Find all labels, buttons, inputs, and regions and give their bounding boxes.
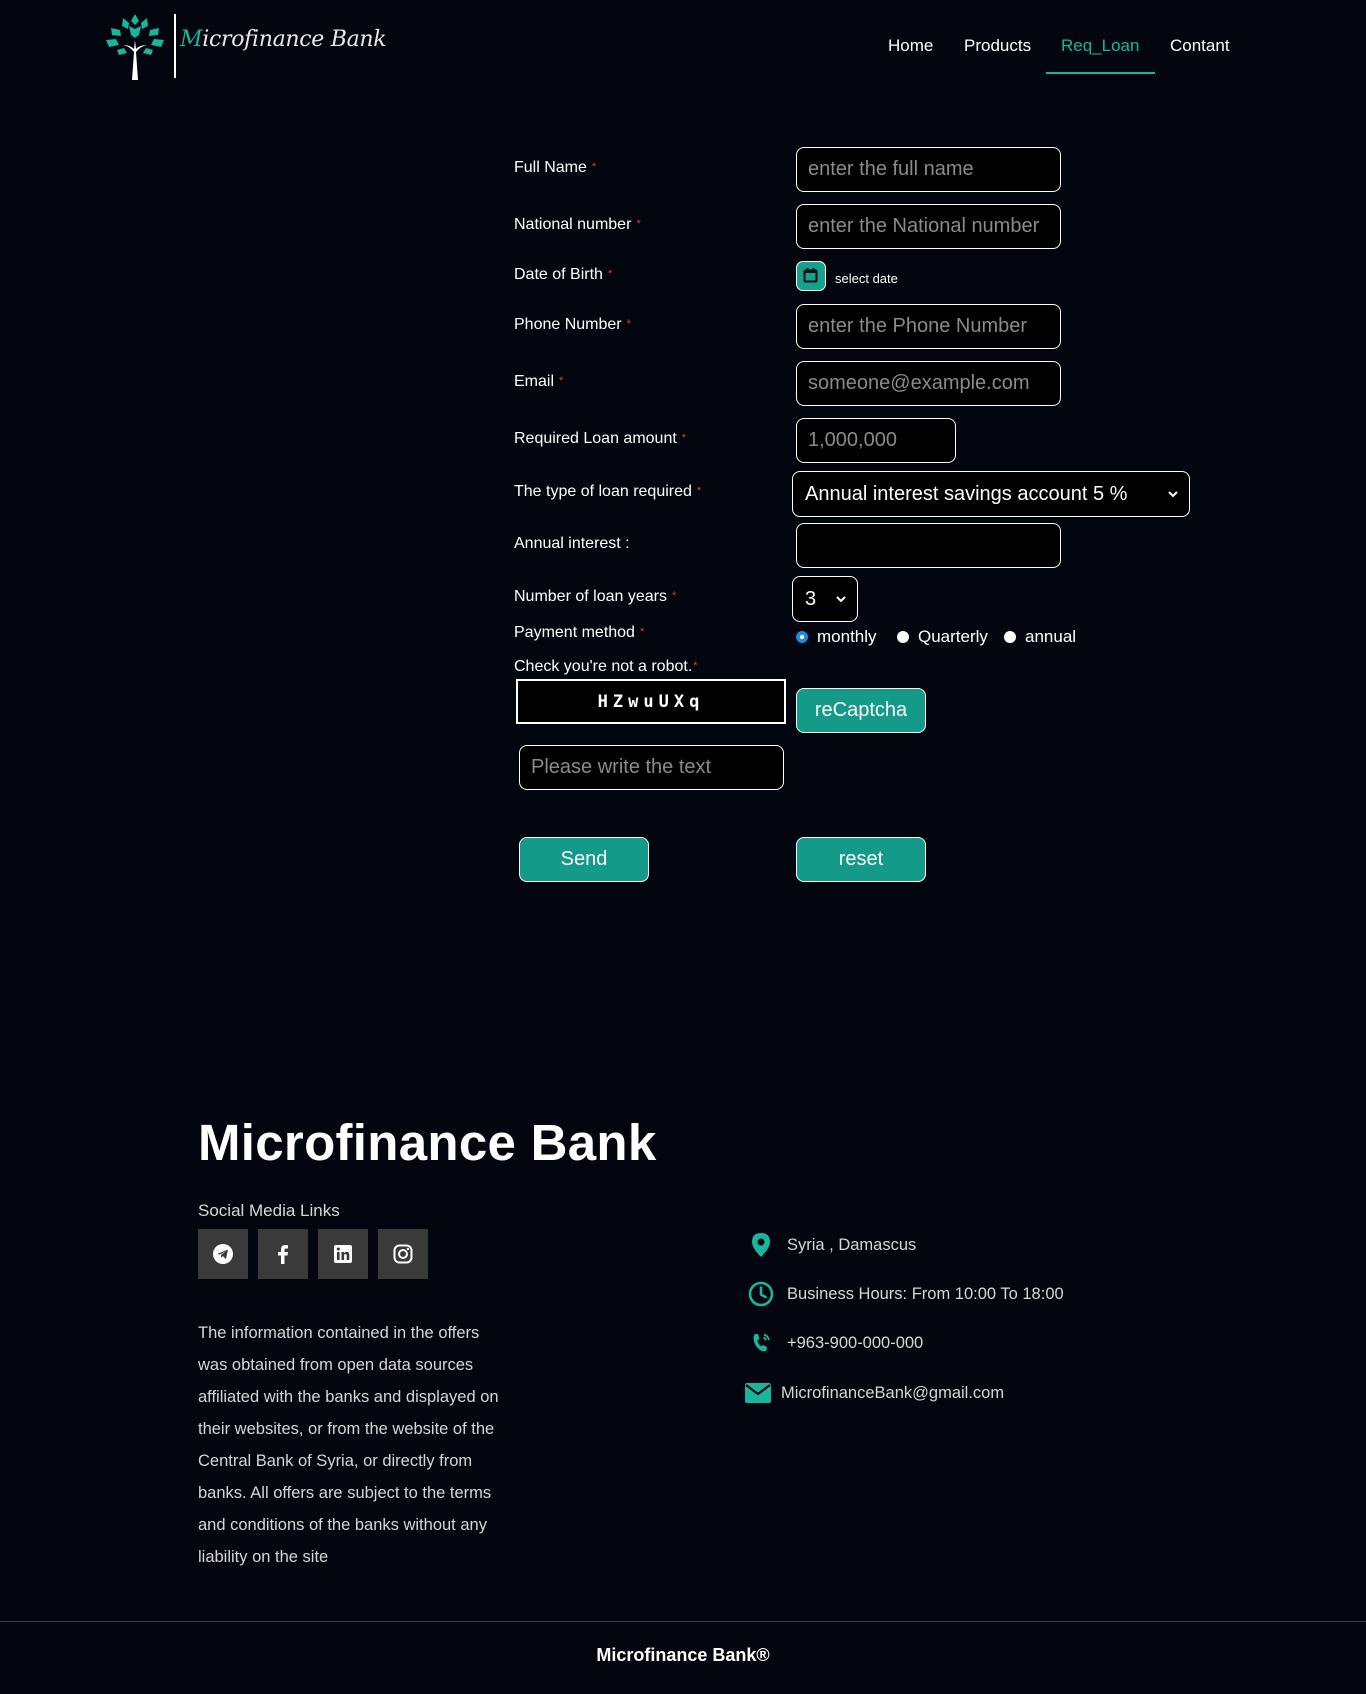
loan-amount-label: Required Loan amount * <box>514 430 687 447</box>
linkedin-icon <box>334 1245 352 1263</box>
linkedin-link[interactable] <box>318 1229 368 1279</box>
radio-label-annual: annual <box>1025 627 1077 646</box>
nav-products[interactable]: Products <box>964 36 1031 56</box>
tree-logo-icon <box>106 14 164 80</box>
logo-divider <box>174 14 176 78</box>
bank-logo[interactable]: Microfinance Bank <box>103 12 387 80</box>
loan-type-select[interactable]: Annual interest savings account 5 % <box>792 471 1190 517</box>
calendar-icon <box>803 268 818 283</box>
nav-home[interactable]: Home <box>888 36 933 56</box>
footer-divider <box>0 1621 1366 1622</box>
payment-radio-monthly[interactable]: monthly <box>796 627 877 647</box>
nav-active-indicator <box>1046 72 1155 74</box>
instagram-icon <box>393 1244 413 1264</box>
national-number-input[interactable] <box>796 204 1061 249</box>
loan-amount-input[interactable] <box>796 418 956 463</box>
national-number-label: National number * <box>514 216 641 233</box>
location-pin-icon <box>752 1233 770 1257</box>
annual-interest-label: Annual interest : <box>514 535 630 552</box>
select-date-text[interactable]: select date <box>835 271 898 286</box>
envelope-icon <box>745 1383 771 1403</box>
radio-label-quarterly: Quarterly <box>918 627 988 646</box>
contact-location: Syria , Damascus <box>745 1231 916 1259</box>
captcha-input[interactable] <box>519 745 784 790</box>
email-label: Email * <box>514 373 564 390</box>
contact-hours-text: Business Hours: From 10:00 To 18:00 <box>787 1284 1064 1303</box>
payment-radio-annual[interactable]: annual <box>1004 627 1076 647</box>
clock-icon <box>748 1281 774 1307</box>
nav-contant[interactable]: Contant <box>1170 36 1230 56</box>
site-header: Microfinance Bank Home Products Req_Loan… <box>0 0 1366 90</box>
loan-years-select[interactable]: 3 <box>792 576 858 622</box>
full-name-input[interactable] <box>796 147 1061 192</box>
captcha-code-box: HZwuUXq <box>516 679 786 724</box>
payment-radio-quarterly[interactable]: Quarterly <box>897 627 988 647</box>
contact-phone[interactable]: +963-900-000-000 <box>745 1329 923 1357</box>
loan-years-selected: 3 <box>805 587 817 610</box>
chevron-down-icon <box>1168 491 1178 498</box>
full-name-label: Full Name * <box>514 159 597 176</box>
instagram-link[interactable] <box>378 1229 428 1279</box>
loan-type-label: The type of loan required * <box>514 483 702 500</box>
date-picker-button[interactable] <box>796 261 826 291</box>
copyright-text: Microfinance Bank® <box>596 1645 770 1665</box>
contact-hours: Business Hours: From 10:00 To 18:00 <box>745 1280 1064 1308</box>
telegram-link[interactable] <box>198 1229 248 1279</box>
annual-interest-input[interactable] <box>796 523 1061 568</box>
payment-method-label: Payment method * <box>514 624 645 641</box>
phone-icon <box>753 1333 770 1352</box>
contact-email-text: MicrofinanceBank@gmail.com <box>781 1383 1005 1402</box>
telegram-icon <box>213 1244 233 1264</box>
logo-wordmark: Microfinance Bank <box>180 27 387 52</box>
recaptcha-button[interactable]: reCaptcha <box>796 688 926 733</box>
radio-dot <box>1004 631 1016 643</box>
send-button[interactable]: Send <box>519 837 649 882</box>
social-media-label: Social Media Links <box>198 1201 340 1220</box>
contact-email[interactable]: MicrofinanceBank@gmail.com <box>745 1379 1004 1407</box>
footer-title: Microfinance Bank <box>198 1114 657 1171</box>
phone-label: Phone Number * <box>514 316 631 333</box>
disclaimer-text: The information contained in the offers … <box>198 1324 499 1566</box>
facebook-link[interactable] <box>258 1229 308 1279</box>
email-input[interactable] <box>796 361 1061 406</box>
nav-req-loan[interactable]: Req_Loan <box>1061 36 1139 56</box>
radio-dot <box>897 631 909 643</box>
loan-type-selected: Annual interest savings account 5 % <box>805 482 1128 505</box>
contact-phone-text: +963-900-000-000 <box>787 1333 924 1352</box>
radio-label-monthly: monthly <box>817 627 877 646</box>
dob-label: Date of Birth * <box>514 266 613 283</box>
phone-input[interactable] <box>796 304 1061 349</box>
facebook-icon <box>278 1245 288 1264</box>
captcha-label: Check you're not a robot.* <box>514 658 698 675</box>
loan-years-label: Number of loan years * <box>514 588 677 605</box>
contact-location-text: Syria , Damascus <box>787 1235 917 1254</box>
reset-button[interactable]: reset <box>796 837 926 882</box>
chevron-down-icon <box>836 596 846 603</box>
radio-dot-checked <box>796 631 808 643</box>
captcha-code: HZwuUXq <box>597 691 705 712</box>
